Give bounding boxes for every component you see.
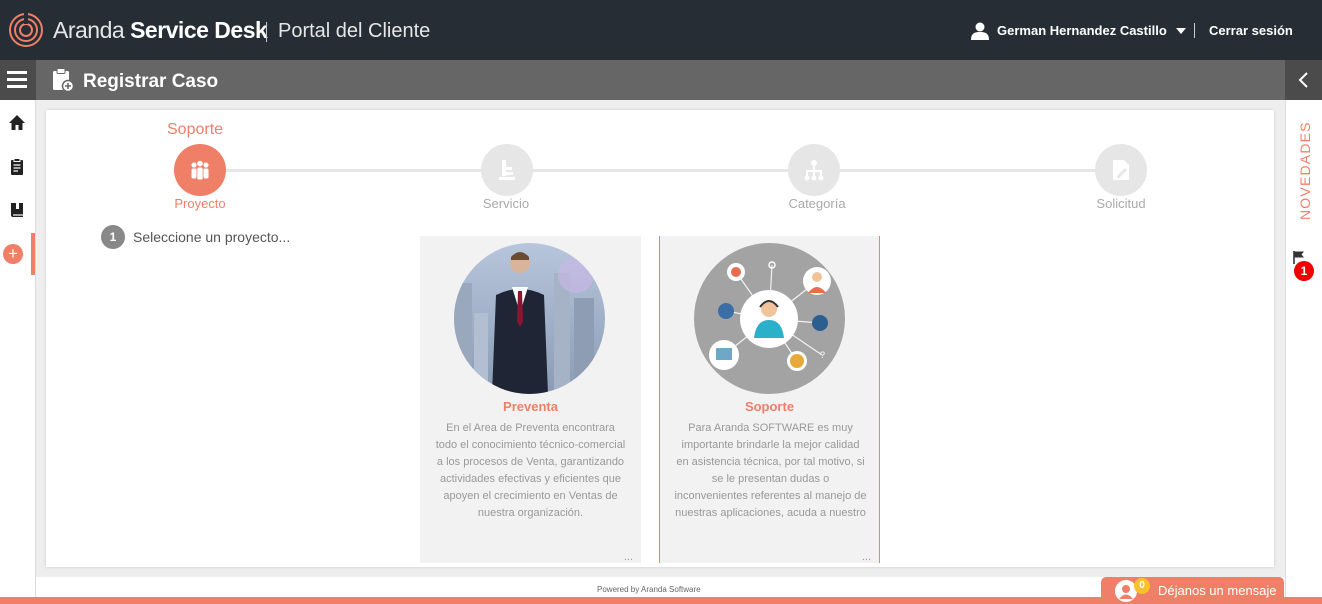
step-label-proyecto[interactable]: Proyecto xyxy=(140,196,260,211)
clipboard-add-icon xyxy=(53,68,74,92)
wizard-current-title: Soporte xyxy=(167,121,224,138)
project-name: Preventa xyxy=(503,399,558,414)
step-label-solicitud[interactable]: Solicitud xyxy=(1061,196,1181,211)
aranda-logo-icon xyxy=(9,12,43,47)
step-proyecto[interactable] xyxy=(174,144,226,196)
logout-divider xyxy=(1194,23,1195,38)
instruction-text: Seleccione un proyecto... xyxy=(133,229,291,245)
chat-count-badge: 0 xyxy=(1134,578,1150,594)
hamburger-menu-button[interactable] xyxy=(0,60,36,100)
brand-light: Aranda xyxy=(53,17,131,43)
chevron-left-icon xyxy=(1298,72,1308,88)
user-icon xyxy=(971,22,989,40)
step-solicitud[interactable] xyxy=(1095,144,1147,196)
menu-line xyxy=(7,78,27,81)
step-label-categoria[interactable]: Categoría xyxy=(757,196,877,211)
logout-link[interactable]: Cerrar sesión xyxy=(1209,23,1293,38)
project-card-soporte[interactable]: ? Soporte Para Aranda SOFTWARE es muy im… xyxy=(659,236,880,563)
project-card-preventa[interactable]: Preventa En el Area de Preventa encontra… xyxy=(420,236,641,563)
book-icon[interactable] xyxy=(8,201,26,219)
project-more: ... xyxy=(623,551,633,563)
home-icon[interactable] xyxy=(8,114,26,132)
user-menu[interactable]: German Hernandez Castillo xyxy=(997,23,1167,38)
wizard-progress-line xyxy=(200,169,1120,172)
menu-line xyxy=(7,71,27,74)
service-icon xyxy=(499,160,515,180)
clipboard-icon[interactable] xyxy=(8,158,26,176)
page-title: Registrar Caso xyxy=(83,71,219,92)
hierarchy-icon xyxy=(804,160,824,181)
powered-by-text: Powered by Aranda Software xyxy=(597,585,701,594)
group-icon xyxy=(191,160,209,180)
brand-bold: Service Desk xyxy=(130,17,268,43)
project-more: ... xyxy=(861,551,871,563)
step-servicio[interactable] xyxy=(481,144,533,196)
news-panel-label[interactable]: NOVEDADES xyxy=(1297,121,1313,220)
app-brand[interactable]: Aranda Service Desk xyxy=(53,17,268,44)
chevron-down-icon[interactable] xyxy=(1176,28,1186,34)
portal-title: Portal del Cliente xyxy=(278,20,431,42)
chat-button-label[interactable]: Déjanos un mensaje xyxy=(1158,583,1277,598)
active-indicator xyxy=(31,233,35,275)
project-image-preventa xyxy=(454,243,605,394)
step-categoria[interactable] xyxy=(788,144,840,196)
svg-text:?: ? xyxy=(820,350,825,360)
collapse-panel-button[interactable] xyxy=(1285,60,1322,100)
add-case-icon[interactable]: + xyxy=(3,244,23,264)
notification-badge: 1 xyxy=(1294,261,1314,281)
project-image-soporte: ? xyxy=(694,243,845,394)
step-number-badge: 1 xyxy=(101,225,125,249)
project-description: En el Area de Preventa encontrara todo e… xyxy=(435,422,626,519)
project-name: Soporte xyxy=(744,399,795,414)
menu-line xyxy=(7,85,27,88)
step-label-servicio[interactable]: Servicio xyxy=(446,196,566,211)
brand-divider xyxy=(266,22,267,42)
project-description: Para Aranda SOFTWARE es muy importante b… xyxy=(674,422,867,519)
edit-document-icon xyxy=(1113,160,1129,180)
